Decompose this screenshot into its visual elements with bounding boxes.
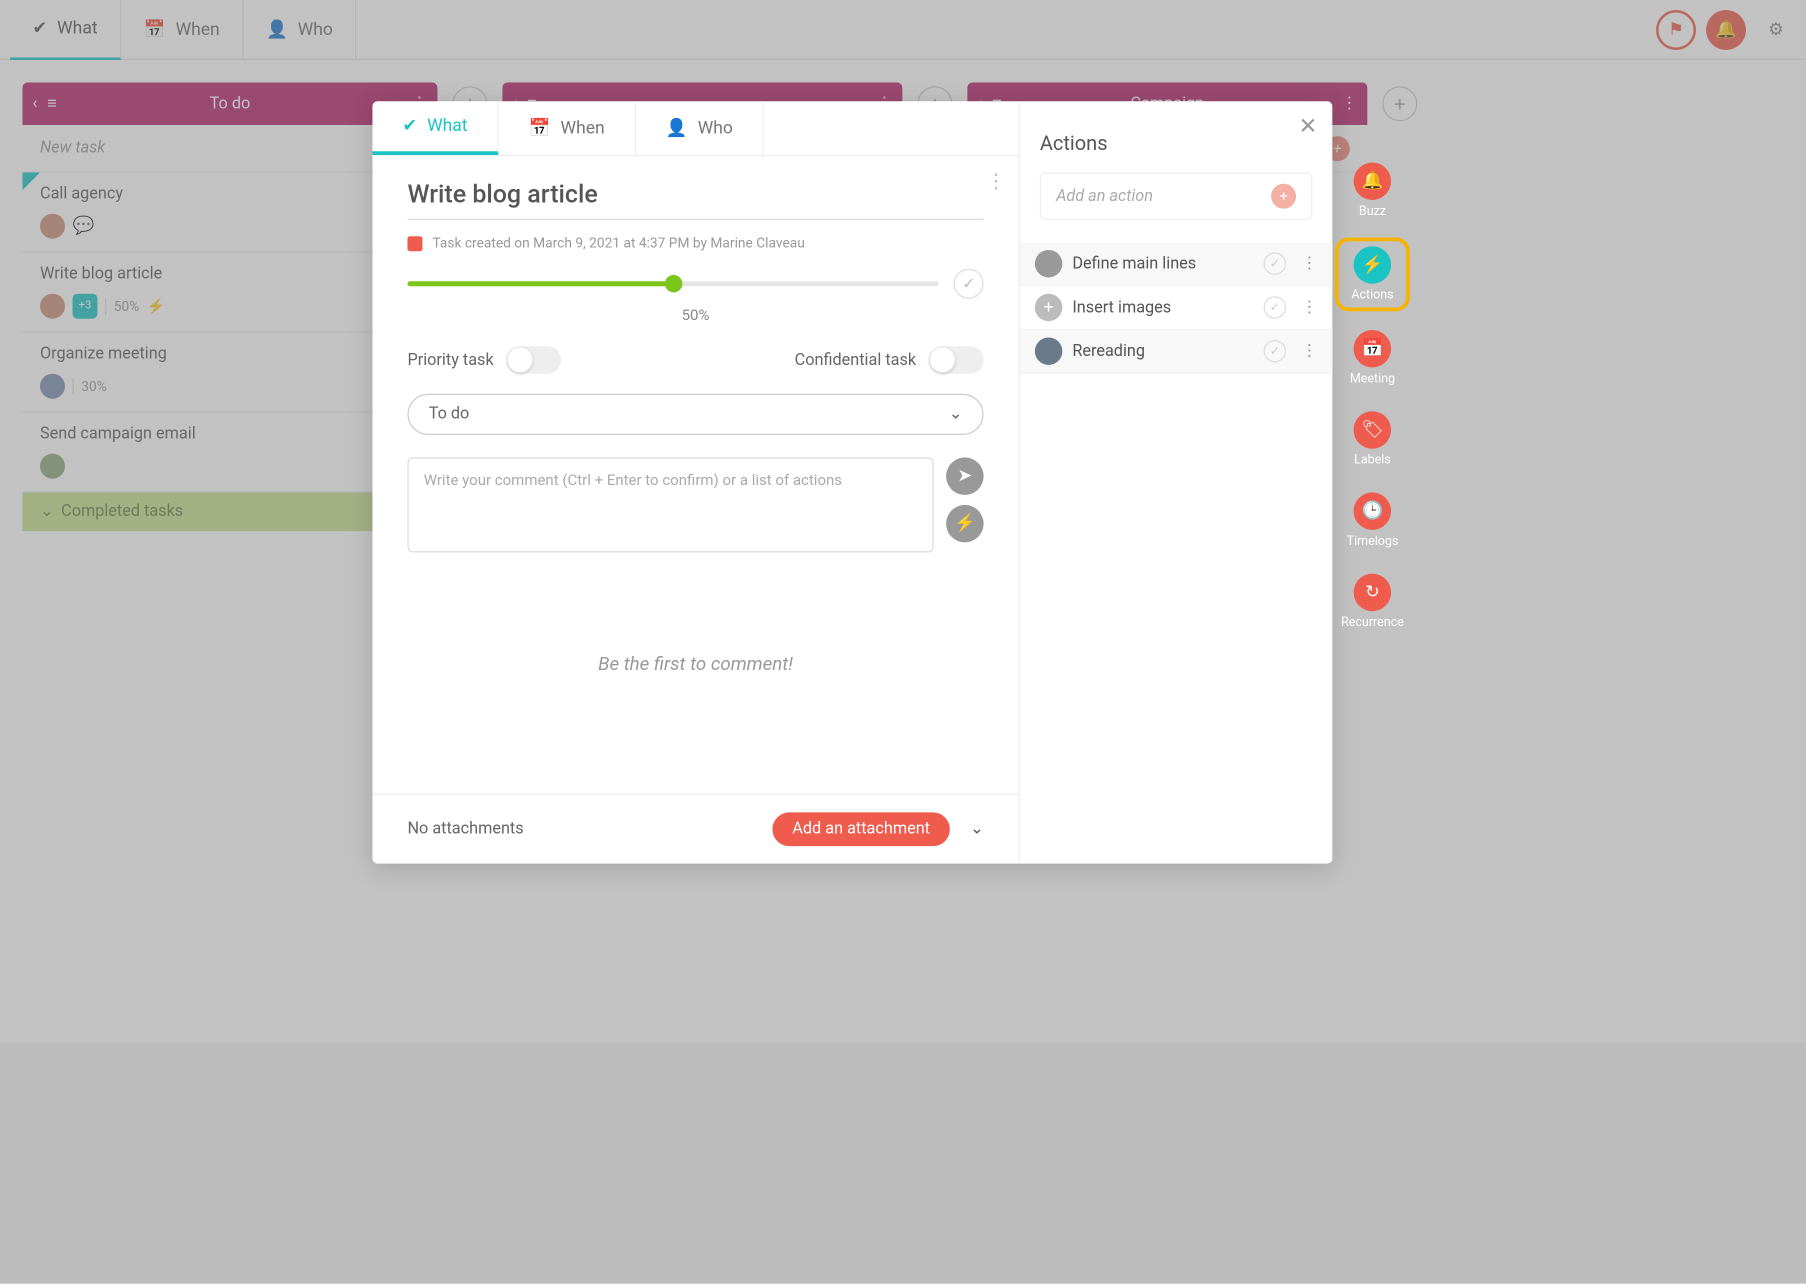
comment-input[interactable]: Write your comment (Ctrl + Enter to conf… [407, 457, 933, 552]
confidential-toggle[interactable]: 🔒 [929, 346, 984, 373]
action-menu-icon[interactable]: ⋮ [1301, 342, 1317, 361]
bolt-icon: ⚡ [1354, 246, 1391, 283]
action-item[interactable]: Rereading ✓ ⋮ [1020, 330, 1332, 374]
check-icon[interactable]: ✓ [1264, 296, 1286, 318]
task-modal: ✔ What 📅 When 👤 Who ⋮ Write blog article Ta… [372, 101, 1332, 863]
action-label: Define main lines [1072, 254, 1196, 273]
toggles-row: Priority task ↑ Confidential task 🔒 [407, 346, 983, 373]
rail-meeting[interactable]: 📅 Meeting [1341, 330, 1404, 386]
actions-title: Actions [1020, 101, 1332, 172]
clock-icon: 🕒 [1354, 492, 1391, 529]
action-label: Rereading [1072, 342, 1145, 361]
rail-label: Meeting [1350, 372, 1395, 386]
action-menu-icon[interactable]: ⋮ [1301, 298, 1317, 317]
close-icon[interactable]: ✕ [1298, 114, 1317, 140]
rail-label: Recurrence [1341, 616, 1404, 630]
tab-label: Who [698, 118, 733, 138]
rail-buzz[interactable]: 🔔 Buzz [1341, 162, 1404, 218]
send-comment-button[interactable]: ➤ [946, 457, 983, 494]
rail-label: Buzz [1359, 205, 1386, 219]
rail-recurrence[interactable]: ↻ Recurrence [1341, 574, 1404, 630]
check-icon[interactable]: ✓ [1264, 252, 1286, 274]
person-icon: 👤 [666, 118, 688, 138]
tab-label: When [561, 118, 605, 138]
actions-panel: ✕ Actions Add an action + Define main lin… [1020, 101, 1332, 863]
calendar-icon: 📅 [1354, 330, 1391, 367]
modal-tab-what[interactable]: ✔ What [372, 101, 498, 155]
rail-label: Labels [1354, 454, 1391, 468]
modal-tab-when[interactable]: 📅 When [499, 101, 636, 155]
confidential-toggle-group: Confidential task 🔒 [795, 346, 984, 373]
modal-menu-icon[interactable]: ⋮ [986, 169, 1006, 193]
priority-toggle[interactable]: ↑ [506, 346, 561, 373]
project-color-icon [407, 236, 422, 251]
complete-button[interactable]: ✓ [954, 269, 984, 299]
chevron-down-icon: ⌄ [949, 405, 963, 424]
no-attachments-label: No attachments [407, 820, 523, 839]
action-label: Insert images [1072, 298, 1171, 317]
priority-toggle-group: Priority task ↑ [407, 346, 561, 373]
plus-icon[interactable]: + [1271, 184, 1296, 209]
bell-icon: 🔔 [1354, 162, 1391, 199]
created-info: Task created on March 9, 2021 at 4:37 PM… [407, 235, 983, 251]
rail-label: Timelogs [1347, 535, 1399, 549]
created-text: Task created on March 9, 2021 at 4:37 PM… [432, 235, 804, 251]
add-action-button[interactable]: ⚡ [946, 505, 983, 542]
progress-slider[interactable]: ✓ [407, 269, 983, 299]
action-list: Define main lines ✓ ⋮ + Insert images ✓ ⋮ Rer… [1020, 242, 1332, 373]
progress-label: 50% [407, 306, 983, 323]
status-select[interactable]: To do ⌄ [407, 394, 983, 435]
comment-row: Write your comment (Ctrl + Enter to conf… [407, 457, 983, 552]
rail-timelogs[interactable]: 🕒 Timelogs [1341, 492, 1404, 548]
chevron-down-icon[interactable]: ⌄ [970, 820, 984, 839]
modal-main: ✔ What 📅 When 👤 Who ⋮ Write blog article Ta… [372, 101, 1019, 863]
tag-icon: 🏷 [1354, 411, 1391, 448]
confidential-label: Confidential task [795, 351, 916, 370]
action-item[interactable]: + Insert images ✓ ⋮ [1020, 286, 1332, 330]
status-value: To do [429, 405, 470, 424]
assign-icon[interactable]: + [1035, 294, 1062, 321]
modal-title[interactable]: Write blog article [407, 179, 983, 220]
avatar [1035, 250, 1062, 277]
add-action-placeholder: Add an action [1056, 187, 1153, 206]
rail-labels[interactable]: 🏷 Labels [1341, 411, 1404, 467]
add-attachment-button[interactable]: Add an attachment [772, 812, 950, 846]
modal-tab-who[interactable]: 👤 Who [636, 101, 764, 155]
rail-actions[interactable]: ⚡ Actions [1341, 244, 1404, 305]
rail-label: Actions [1351, 289, 1393, 303]
slider-thumb[interactable] [664, 275, 681, 292]
calendar-icon: 📅 [529, 118, 551, 138]
avatar [1035, 337, 1062, 364]
check-icon[interactable]: ✓ [1264, 340, 1286, 362]
side-rail: 🔔 Buzz ⚡ Actions 📅 Meeting 🏷 Labels 🕒 Timelog… [1341, 162, 1404, 629]
check-icon: ✔ [402, 116, 417, 136]
action-menu-icon[interactable]: ⋮ [1301, 254, 1317, 273]
add-action-input[interactable]: Add an action + [1040, 172, 1312, 219]
modal-tabs: ✔ What 📅 When 👤 Who [372, 101, 1018, 156]
loop-icon: ↻ [1354, 574, 1391, 611]
lock-icon: 🔒 [934, 350, 953, 367]
action-item[interactable]: Define main lines ✓ ⋮ [1020, 242, 1332, 286]
tab-label: What [427, 116, 467, 136]
empty-comments-text: Be the first to comment! [407, 652, 983, 674]
modal-body: ⋮ Write blog article Task created on Mar… [372, 156, 1018, 793]
modal-footer: No attachments Add an attachment ⌄ [372, 794, 1018, 864]
priority-label: Priority task [407, 351, 493, 370]
arrow-up-icon: ↑ [511, 350, 518, 367]
